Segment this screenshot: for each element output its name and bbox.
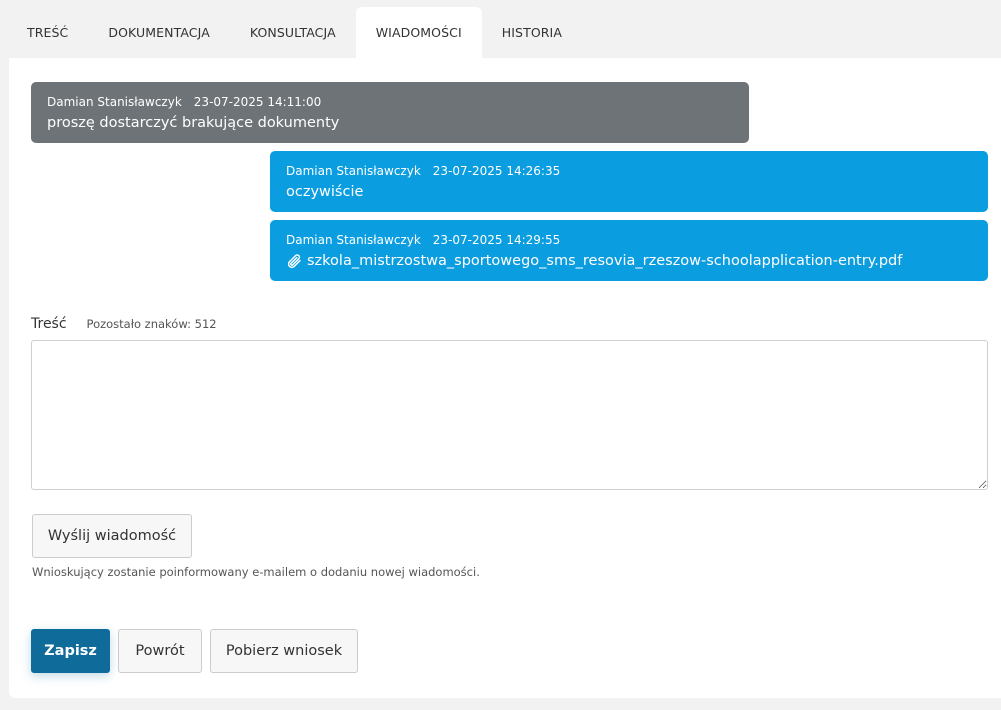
remaining-chars: Pozostało znaków: 512 [86,317,217,331]
message-textarea[interactable] [31,340,988,490]
tab-historia[interactable]: HISTORIA [482,7,582,58]
download-application-button[interactable]: Pobierz wniosek [210,629,358,673]
message-author: Damian Stanisławczyk [286,232,421,247]
message-meta: Damian Stanisławczyk 23-07-2025 14:11:00 [47,93,733,110]
message-attachment[interactable]: szkola_mistrzostwa_sportowego_sms_resovi… [286,253,972,269]
save-button[interactable]: Zapisz [31,629,110,673]
send-message-button[interactable]: Wyślij wiadomość [32,514,192,558]
message-bubble: Damian Stanisławczyk 23-07-2025 14:11:00… [31,82,749,143]
messages-panel: Damian Stanisławczyk 23-07-2025 14:11:00… [9,58,1001,698]
back-button[interactable]: Powrót [118,629,202,673]
message-time: 23-07-2025 14:26:35 [432,163,561,178]
message-author: Damian Stanisławczyk [286,163,421,178]
message-meta: Damian Stanisławczyk 23-07-2025 14:29:55 [286,231,972,248]
message-text: proszę dostarczyć brakujące dokumenty [47,115,340,131]
tab-dokumentacja[interactable]: DOKUMENTACJA [88,7,229,58]
content-label-row: Treść Pozostało znaków: 512 [31,316,217,332]
message-time: 23-07-2025 14:29:55 [432,232,561,247]
tab-konsultacja[interactable]: KONSULTACJA [230,7,356,58]
message-text: oczywiście [286,184,364,200]
content-label: Treść [31,316,67,332]
message-bubble: Damian Stanisławczyk 23-07-2025 14:29:55… [270,220,988,281]
message-author: Damian Stanisławczyk [47,94,182,109]
tab-tresc[interactable]: TREŚĆ [0,7,88,58]
tab-wiadomosci[interactable]: WIADOMOŚCI [355,7,482,58]
message-meta: Damian Stanisławczyk 23-07-2025 14:26:35 [286,162,972,179]
message-time: 23-07-2025 14:11:00 [193,94,322,109]
paperclip-icon [287,254,301,269]
tab-bar: TREŚĆ DOKUMENTACJA KONSULTACJA WIADOMOŚC… [0,0,1001,58]
attachment-link[interactable]: szkola_mistrzostwa_sportowego_sms_resovi… [307,253,902,269]
message-bubble: Damian Stanisławczyk 23-07-2025 14:26:35… [270,151,988,212]
notification-note: Wnioskujący zostanie poinformowany e-mai… [32,565,480,579]
